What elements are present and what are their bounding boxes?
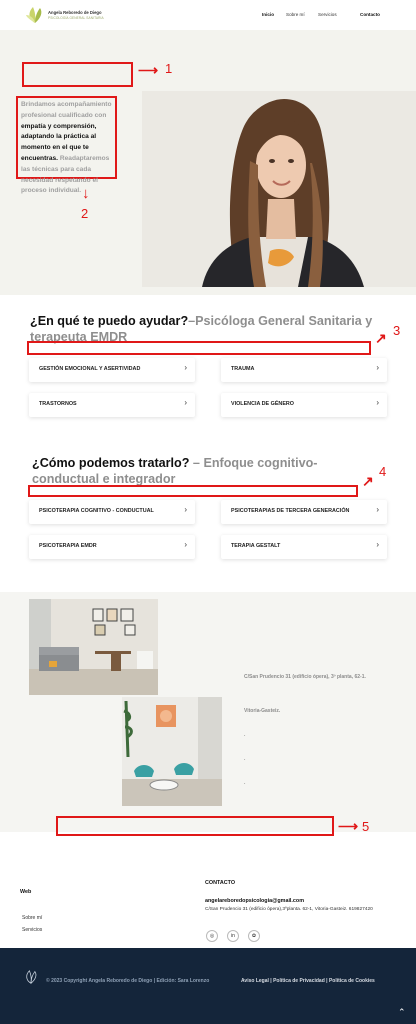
- office-dot: .: [244, 732, 246, 738]
- annotation-number: 1: [165, 61, 173, 76]
- therapy-card-emdr[interactable]: PSICOTERAPIA EMDR ›: [29, 535, 195, 559]
- instagram-icon[interactable]: ◎: [206, 930, 218, 942]
- logo-tagline: PSICOLOGÍA GENERAL SANITARIA: [48, 16, 104, 20]
- annotation-number: 4: [379, 464, 387, 479]
- nav-contacto[interactable]: Contacto: [360, 12, 380, 17]
- aviso-legal-link[interactable]: Aviso Legal: [241, 978, 269, 984]
- service-card-trastornos[interactable]: TRASTORNOS ›: [29, 393, 195, 417]
- chevron-right-icon: ›: [184, 540, 187, 549]
- footer-contact-heading: CONTACTO: [205, 880, 236, 886]
- footer-address: C/San Prudencio 31 (edificio ópera),3ºpl…: [205, 907, 373, 912]
- annotation-box-3: [27, 341, 371, 355]
- footer-bottom-bar: [0, 948, 416, 1024]
- card-label: PSICOTERAPIAS DE TERCERA GENERACIÓN: [231, 508, 350, 514]
- annotation-box-4: [28, 485, 358, 497]
- annotation-arrow-right-icon: ⟶: [338, 818, 359, 834]
- chevron-right-icon: ›: [376, 398, 379, 407]
- treat-section-title: ¿Cómo podemos tratarlo? – Enfoque cognit…: [32, 456, 318, 486]
- chevron-right-icon: ›: [184, 363, 187, 372]
- chevron-right-icon: ›: [184, 505, 187, 514]
- linkedin-icon[interactable]: in: [227, 930, 239, 942]
- card-label: GESTIÓN EMOCIONAL Y ASERTIVIDAD: [39, 366, 141, 372]
- office-city: Vitoria-Gasteiz.: [244, 708, 281, 714]
- annotation-arrow-right-icon: ⟶: [138, 62, 159, 78]
- hero-intro-text: Brindamos acompañamiento profesional cua…: [21, 101, 112, 195]
- office-dot: .: [244, 780, 246, 786]
- scroll-to-top-icon[interactable]: ⌃: [398, 1007, 406, 1018]
- annotation-number: 5: [362, 819, 370, 834]
- office-photo-1: [29, 599, 158, 695]
- card-label: PSICOTERAPIA EMDR: [39, 543, 97, 549]
- chevron-right-icon: ›: [184, 398, 187, 407]
- footer-legal-links: Aviso Legal | Política de Privacidad | P…: [241, 978, 375, 984]
- card-label: TRAUMA: [231, 366, 255, 372]
- card-label: TRASTORNOS: [39, 401, 77, 407]
- nav-sobre-mi[interactable]: Sobre mí: [286, 12, 305, 17]
- cookies-link[interactable]: Política de Cookies: [329, 978, 375, 984]
- social-flower-icon[interactable]: ✿: [248, 930, 260, 942]
- card-label: VIOLENCIA DE GÉNERO: [231, 401, 294, 407]
- therapy-card-tercera[interactable]: PSICOTERAPIAS DE TERCERA GENERACIÓN ›: [221, 500, 387, 524]
- annotation-arrow-up-right-icon: ↗: [362, 473, 374, 489]
- logo-name[interactable]: Angela Reboredo de Diego: [48, 10, 102, 15]
- annotation-arrow-down-icon: ↓: [82, 185, 90, 202]
- portrait-photo: [142, 91, 416, 287]
- annotation-box-1: [22, 62, 133, 87]
- service-card-violencia[interactable]: VIOLENCIA DE GÉNERO ›: [221, 393, 387, 417]
- office-address: C/San Prudencio 31 (edificio ópera), 3º …: [244, 674, 366, 680]
- footer-link-sobre-mi[interactable]: Sobre mí: [22, 915, 42, 921]
- annotation-arrow-up-right-icon: ↗: [375, 330, 387, 346]
- annotation-number: 3: [393, 323, 401, 338]
- card-label: PSICOTERAPIA COGNITIVO - CONDUCTUAL: [39, 508, 154, 514]
- logo-leaf-icon[interactable]: [26, 6, 44, 24]
- nav-servicios[interactable]: Servicios: [318, 12, 337, 17]
- footer-web-heading: Web: [20, 889, 32, 895]
- footer-link-servicios[interactable]: Servicios: [22, 927, 42, 933]
- service-card-trauma[interactable]: TRAUMA ›: [221, 358, 387, 382]
- office-photo-2: [122, 697, 222, 806]
- footer-email[interactable]: angelareboredopsicologia@gmail.com: [205, 898, 304, 904]
- nav-inicio[interactable]: Inicio: [262, 12, 274, 17]
- footer-logo-icon: [26, 970, 37, 984]
- therapy-card-cognitivo[interactable]: PSICOTERAPIA COGNITIVO - CONDUCTUAL ›: [29, 500, 195, 524]
- privacidad-link[interactable]: Política de Privacidad: [273, 978, 325, 984]
- chevron-right-icon: ›: [376, 505, 379, 514]
- site-header: [0, 0, 416, 30]
- chevron-right-icon: ›: [376, 363, 379, 372]
- footer-copyright: © 2023 Copyright Angela Reboredo de Dieg…: [46, 978, 210, 984]
- chevron-right-icon: ›: [376, 540, 379, 549]
- therapy-card-gestalt[interactable]: TERAPIA GESTALT ›: [221, 535, 387, 559]
- office-dot: .: [244, 756, 246, 762]
- service-card-gestion[interactable]: GESTIÓN EMOCIONAL Y ASERTIVIDAD ›: [29, 358, 195, 382]
- annotation-box-5: [56, 816, 334, 836]
- annotation-number: 2: [81, 206, 89, 221]
- card-label: TERAPIA GESTALT: [231, 543, 281, 549]
